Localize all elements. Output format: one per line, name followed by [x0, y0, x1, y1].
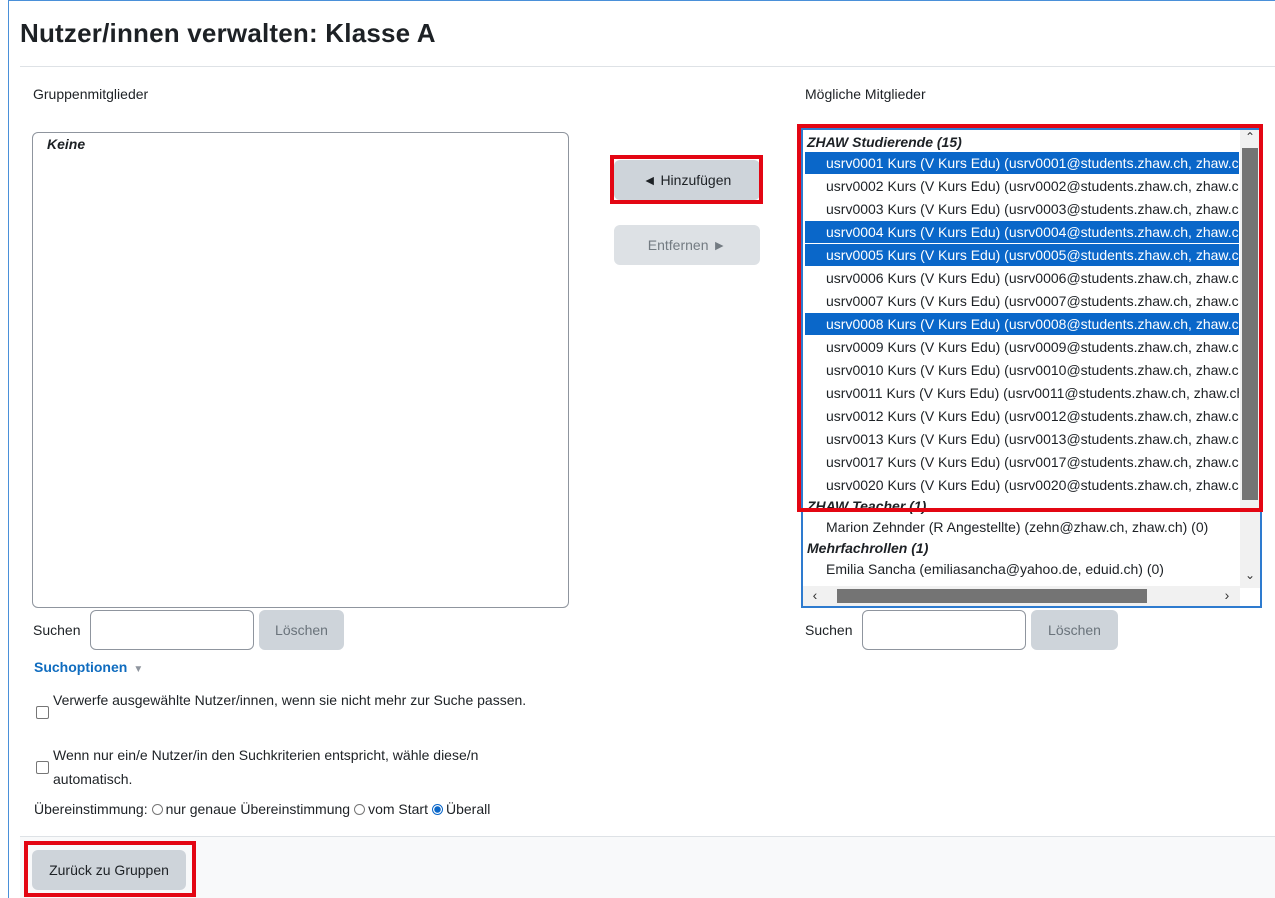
match-exact-radio[interactable] [151, 804, 163, 815]
user-option[interactable]: usrv0001 Kurs (V Kurs Edu) (usrv0001@stu… [805, 152, 1239, 174]
user-option[interactable]: usrv0007 Kurs (V Kurs Edu) (usrv0007@stu… [805, 290, 1239, 312]
scroll-left-icon[interactable]: ‹ [805, 587, 825, 603]
user-option[interactable]: usrv0005 Kurs (V Kurs Edu) (usrv0005@stu… [805, 244, 1239, 266]
match-anywhere-label: Überall [445, 801, 491, 817]
user-option[interactable]: usrv0013 Kurs (V Kurs Edu) (usrv0013@stu… [805, 428, 1239, 450]
empty-option: Keine [47, 136, 86, 152]
remove-button[interactable]: Entfernen ► [614, 225, 760, 265]
user-option[interactable]: Emilia Sancha (emiliasancha@yahoo.de, ed… [805, 558, 1239, 580]
user-option[interactable]: usrv0017 Kurs (V Kurs Edu) (usrv0017@stu… [805, 451, 1239, 473]
scroll-right-icon[interactable]: › [1217, 587, 1237, 603]
option-autoselect-label: Wenn nur ein/e Nutzer/in den Suchkriteri… [53, 747, 479, 787]
user-option[interactable]: usrv0004 Kurs (V Kurs Edu) (usrv0004@stu… [805, 221, 1239, 243]
horizontal-scrollbar[interactable]: ‹ › [803, 586, 1240, 606]
option-drop-unmatched-label: Verwerfe ausgewählte Nutzer/innen, wenn … [53, 692, 527, 708]
match-options: Übereinstimmung: nur genaue Übereinstimmu… [34, 801, 490, 817]
match-start-radio[interactable] [354, 804, 366, 815]
user-option[interactable]: usrv0006 Kurs (V Kurs Edu) (usrv0006@stu… [805, 267, 1239, 289]
group-members-label: Gruppenmitglieder [33, 86, 149, 102]
horizontal-scroll-thumb[interactable] [837, 589, 1147, 603]
option-autoselect-checkbox[interactable] [36, 761, 49, 774]
user-option[interactable]: usrv0011 Kurs (V Kurs Edu) (usrv0011@stu… [805, 382, 1239, 404]
right-search-input[interactable] [862, 610, 1026, 650]
user-option[interactable]: usrv0009 Kurs (V Kurs Edu) (usrv0009@stu… [805, 336, 1239, 358]
right-clear-button[interactable]: Löschen [1031, 610, 1118, 650]
user-option[interactable]: usrv0003 Kurs (V Kurs Edu) (usrv0003@stu… [805, 198, 1239, 220]
potential-members-label: Mögliche Mitglieder [805, 86, 926, 102]
left-clear-button[interactable]: Löschen [259, 610, 344, 650]
page-title: Nutzer/innen verwalten: Klasse A [20, 18, 436, 48]
user-option[interactable]: Marion Zehnder (R Angestellte) (zehn@zha… [805, 516, 1239, 538]
right-search-label: Suchen [805, 622, 853, 638]
match-anywhere-radio[interactable] [431, 804, 443, 815]
left-search-input[interactable] [90, 610, 254, 650]
match-exact-label: nur genaue Übereinstimmung [165, 801, 351, 817]
vertical-scrollbar[interactable]: ⌃ ⌄ [1240, 130, 1260, 588]
footer [20, 836, 1275, 898]
add-button[interactable]: ◄ Hinzufügen [614, 160, 760, 200]
optgroup-label: ZHAW Studierende (15) [807, 134, 962, 150]
caret-down-icon: ▼ [133, 664, 144, 675]
title-divider [20, 66, 1275, 67]
back-to-groups-button[interactable]: Zurück zu Gruppen [32, 850, 186, 890]
user-option[interactable]: usrv0012 Kurs (V Kurs Edu) (usrv0012@stu… [805, 405, 1239, 427]
match-label: Übereinstimmung: [34, 801, 148, 817]
scroll-up-icon[interactable]: ⌃ [1240, 130, 1260, 144]
scroll-down-icon[interactable]: ⌄ [1240, 568, 1260, 582]
search-options-label: Suchoptionen [34, 659, 128, 675]
left-search-label: Suchen [33, 622, 81, 638]
group-members-list[interactable]: Keine [32, 132, 569, 608]
user-option[interactable]: usrv0002 Kurs (V Kurs Edu) (usrv0002@stu… [805, 175, 1239, 197]
user-option[interactable]: usrv0008 Kurs (V Kurs Edu) (usrv0008@stu… [805, 313, 1239, 335]
user-option[interactable]: usrv0010 Kurs (V Kurs Edu) (usrv0010@stu… [805, 359, 1239, 381]
optgroup-label: Mehrfachrollen (1) [807, 540, 929, 556]
optgroup-label: ZHAW Teacher (1) [807, 498, 927, 514]
vertical-scroll-thumb[interactable] [1242, 148, 1258, 500]
potential-members-list[interactable]: ZHAW Studierende (15) usrv0001 Kurs (V Ku… [801, 128, 1262, 608]
option-drop-unmatched-checkbox[interactable] [36, 706, 49, 719]
search-options-toggle[interactable]: Suchoptionen ▼ [34, 659, 143, 675]
match-start-label: vom Start [368, 801, 428, 817]
user-option[interactable]: usrv0020 Kurs (V Kurs Edu) (usrv0020@stu… [805, 474, 1239, 496]
